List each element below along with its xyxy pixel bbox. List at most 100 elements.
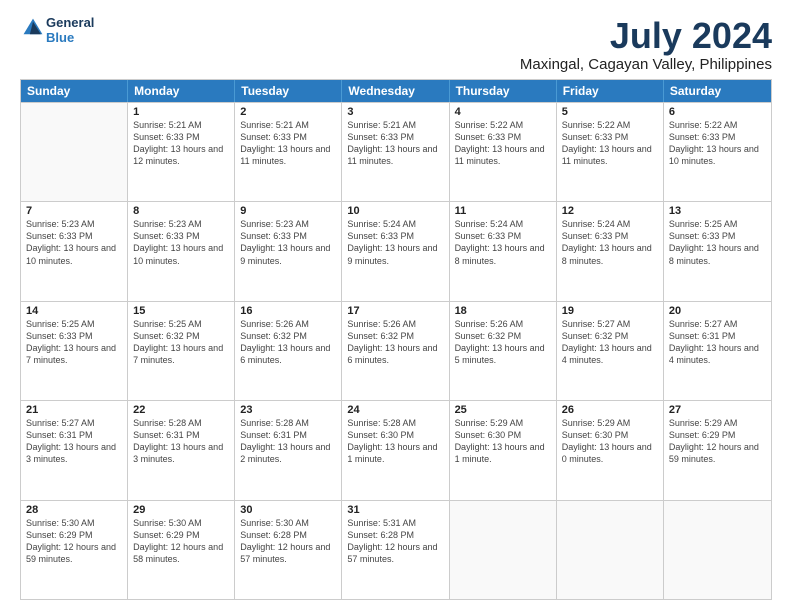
cell-day-number: 1 xyxy=(133,106,229,118)
cell-day-number: 6 xyxy=(669,106,766,118)
cell-day-number: 21 xyxy=(26,404,122,416)
calendar-cell-r4c2: 30Sunrise: 5:30 AM Sunset: 6:28 PM Dayli… xyxy=(235,501,342,599)
cell-day-number: 15 xyxy=(133,305,229,317)
calendar-row-3: 21Sunrise: 5:27 AM Sunset: 6:31 PM Dayli… xyxy=(21,400,771,499)
cell-day-number: 14 xyxy=(26,305,122,317)
cell-info: Sunrise: 5:24 AM Sunset: 6:33 PM Dayligh… xyxy=(347,218,443,267)
calendar-cell-r1c6: 13Sunrise: 5:25 AM Sunset: 6:33 PM Dayli… xyxy=(664,202,771,300)
calendar-cell-r3c0: 21Sunrise: 5:27 AM Sunset: 6:31 PM Dayli… xyxy=(21,401,128,499)
cell-info: Sunrise: 5:29 AM Sunset: 6:30 PM Dayligh… xyxy=(455,417,551,466)
calendar-cell-r2c6: 20Sunrise: 5:27 AM Sunset: 6:31 PM Dayli… xyxy=(664,302,771,400)
calendar-cell-r0c4: 4Sunrise: 5:22 AM Sunset: 6:33 PM Daylig… xyxy=(450,103,557,201)
calendar-cell-r4c1: 29Sunrise: 5:30 AM Sunset: 6:29 PM Dayli… xyxy=(128,501,235,599)
calendar-cell-r0c3: 3Sunrise: 5:21 AM Sunset: 6:33 PM Daylig… xyxy=(342,103,449,201)
calendar-cell-r3c2: 23Sunrise: 5:28 AM Sunset: 6:31 PM Dayli… xyxy=(235,401,342,499)
cell-day-number: 28 xyxy=(26,504,122,516)
calendar-cell-r2c5: 19Sunrise: 5:27 AM Sunset: 6:32 PM Dayli… xyxy=(557,302,664,400)
cell-day-number: 7 xyxy=(26,205,122,217)
main-title: July 2024 xyxy=(520,16,772,56)
cell-info: Sunrise: 5:27 AM Sunset: 6:32 PM Dayligh… xyxy=(562,318,658,367)
cell-info: Sunrise: 5:25 AM Sunset: 6:32 PM Dayligh… xyxy=(133,318,229,367)
calendar-header-thursday: Thursday xyxy=(450,80,557,102)
calendar-cell-r3c4: 25Sunrise: 5:29 AM Sunset: 6:30 PM Dayli… xyxy=(450,401,557,499)
calendar-row-0: 1Sunrise: 5:21 AM Sunset: 6:33 PM Daylig… xyxy=(21,102,771,201)
calendar-header-tuesday: Tuesday xyxy=(235,80,342,102)
calendar-cell-r4c5 xyxy=(557,501,664,599)
header: General Blue July 2024 Maxingal, Cagayan… xyxy=(20,16,772,73)
cell-info: Sunrise: 5:30 AM Sunset: 6:28 PM Dayligh… xyxy=(240,517,336,566)
calendar-cell-r0c1: 1Sunrise: 5:21 AM Sunset: 6:33 PM Daylig… xyxy=(128,103,235,201)
calendar-cell-r2c0: 14Sunrise: 5:25 AM Sunset: 6:33 PM Dayli… xyxy=(21,302,128,400)
cell-day-number: 12 xyxy=(562,205,658,217)
cell-day-number: 16 xyxy=(240,305,336,317)
calendar-cell-r3c1: 22Sunrise: 5:28 AM Sunset: 6:31 PM Dayli… xyxy=(128,401,235,499)
subtitle: Maxingal, Cagayan Valley, Philippines xyxy=(520,56,772,73)
cell-info: Sunrise: 5:23 AM Sunset: 6:33 PM Dayligh… xyxy=(26,218,122,267)
calendar-cell-r4c3: 31Sunrise: 5:31 AM Sunset: 6:28 PM Dayli… xyxy=(342,501,449,599)
calendar-cell-r0c6: 6Sunrise: 5:22 AM Sunset: 6:33 PM Daylig… xyxy=(664,103,771,201)
cell-day-number: 24 xyxy=(347,404,443,416)
calendar-cell-r4c4 xyxy=(450,501,557,599)
calendar-cell-r3c5: 26Sunrise: 5:29 AM Sunset: 6:30 PM Dayli… xyxy=(557,401,664,499)
cell-info: Sunrise: 5:30 AM Sunset: 6:29 PM Dayligh… xyxy=(26,517,122,566)
calendar-header-monday: Monday xyxy=(128,80,235,102)
cell-info: Sunrise: 5:24 AM Sunset: 6:33 PM Dayligh… xyxy=(455,218,551,267)
cell-day-number: 29 xyxy=(133,504,229,516)
calendar-header-sunday: Sunday xyxy=(21,80,128,102)
cell-info: Sunrise: 5:24 AM Sunset: 6:33 PM Dayligh… xyxy=(562,218,658,267)
cell-day-number: 27 xyxy=(669,404,766,416)
cell-info: Sunrise: 5:28 AM Sunset: 6:31 PM Dayligh… xyxy=(240,417,336,466)
cell-day-number: 25 xyxy=(455,404,551,416)
calendar-cell-r2c1: 15Sunrise: 5:25 AM Sunset: 6:32 PM Dayli… xyxy=(128,302,235,400)
calendar-cell-r0c5: 5Sunrise: 5:22 AM Sunset: 6:33 PM Daylig… xyxy=(557,103,664,201)
cell-day-number: 3 xyxy=(347,106,443,118)
cell-info: Sunrise: 5:27 AM Sunset: 6:31 PM Dayligh… xyxy=(669,318,766,367)
cell-day-number: 19 xyxy=(562,305,658,317)
cell-info: Sunrise: 5:31 AM Sunset: 6:28 PM Dayligh… xyxy=(347,517,443,566)
calendar-cell-r1c1: 8Sunrise: 5:23 AM Sunset: 6:33 PM Daylig… xyxy=(128,202,235,300)
calendar-header-friday: Friday xyxy=(557,80,664,102)
logo-text: General Blue xyxy=(46,16,94,46)
cell-day-number: 30 xyxy=(240,504,336,516)
calendar-cell-r3c3: 24Sunrise: 5:28 AM Sunset: 6:30 PM Dayli… xyxy=(342,401,449,499)
cell-info: Sunrise: 5:29 AM Sunset: 6:30 PM Dayligh… xyxy=(562,417,658,466)
page: General Blue July 2024 Maxingal, Cagayan… xyxy=(0,0,792,612)
cell-day-number: 2 xyxy=(240,106,336,118)
cell-info: Sunrise: 5:30 AM Sunset: 6:29 PM Dayligh… xyxy=(133,517,229,566)
calendar-header: SundayMondayTuesdayWednesdayThursdayFrid… xyxy=(21,80,771,102)
cell-info: Sunrise: 5:23 AM Sunset: 6:33 PM Dayligh… xyxy=(240,218,336,267)
cell-info: Sunrise: 5:22 AM Sunset: 6:33 PM Dayligh… xyxy=(562,119,658,168)
logo-line2: Blue xyxy=(46,31,94,46)
cell-day-number: 18 xyxy=(455,305,551,317)
cell-info: Sunrise: 5:28 AM Sunset: 6:30 PM Dayligh… xyxy=(347,417,443,466)
cell-day-number: 4 xyxy=(455,106,551,118)
calendar-row-1: 7Sunrise: 5:23 AM Sunset: 6:33 PM Daylig… xyxy=(21,201,771,300)
cell-day-number: 8 xyxy=(133,205,229,217)
cell-info: Sunrise: 5:28 AM Sunset: 6:31 PM Dayligh… xyxy=(133,417,229,466)
logo-icon xyxy=(22,17,44,39)
calendar-cell-r2c4: 18Sunrise: 5:26 AM Sunset: 6:32 PM Dayli… xyxy=(450,302,557,400)
calendar-body: 1Sunrise: 5:21 AM Sunset: 6:33 PM Daylig… xyxy=(21,102,771,599)
calendar-cell-r2c2: 16Sunrise: 5:26 AM Sunset: 6:32 PM Dayli… xyxy=(235,302,342,400)
title-block: July 2024 Maxingal, Cagayan Valley, Phil… xyxy=(520,16,772,73)
logo: General Blue xyxy=(20,16,94,46)
cell-info: Sunrise: 5:25 AM Sunset: 6:33 PM Dayligh… xyxy=(669,218,766,267)
cell-day-number: 31 xyxy=(347,504,443,516)
cell-info: Sunrise: 5:27 AM Sunset: 6:31 PM Dayligh… xyxy=(26,417,122,466)
logo-line1: General xyxy=(46,16,94,31)
cell-day-number: 9 xyxy=(240,205,336,217)
calendar-cell-r0c2: 2Sunrise: 5:21 AM Sunset: 6:33 PM Daylig… xyxy=(235,103,342,201)
calendar-cell-r1c5: 12Sunrise: 5:24 AM Sunset: 6:33 PM Dayli… xyxy=(557,202,664,300)
cell-info: Sunrise: 5:26 AM Sunset: 6:32 PM Dayligh… xyxy=(455,318,551,367)
calendar-header-wednesday: Wednesday xyxy=(342,80,449,102)
calendar-cell-r1c2: 9Sunrise: 5:23 AM Sunset: 6:33 PM Daylig… xyxy=(235,202,342,300)
cell-info: Sunrise: 5:26 AM Sunset: 6:32 PM Dayligh… xyxy=(240,318,336,367)
cell-info: Sunrise: 5:23 AM Sunset: 6:33 PM Dayligh… xyxy=(133,218,229,267)
cell-day-number: 20 xyxy=(669,305,766,317)
calendar-row-4: 28Sunrise: 5:30 AM Sunset: 6:29 PM Dayli… xyxy=(21,500,771,599)
cell-day-number: 17 xyxy=(347,305,443,317)
calendar-cell-r1c4: 11Sunrise: 5:24 AM Sunset: 6:33 PM Dayli… xyxy=(450,202,557,300)
calendar-cell-r4c0: 28Sunrise: 5:30 AM Sunset: 6:29 PM Dayli… xyxy=(21,501,128,599)
calendar-cell-r2c3: 17Sunrise: 5:26 AM Sunset: 6:32 PM Dayli… xyxy=(342,302,449,400)
cell-day-number: 11 xyxy=(455,205,551,217)
